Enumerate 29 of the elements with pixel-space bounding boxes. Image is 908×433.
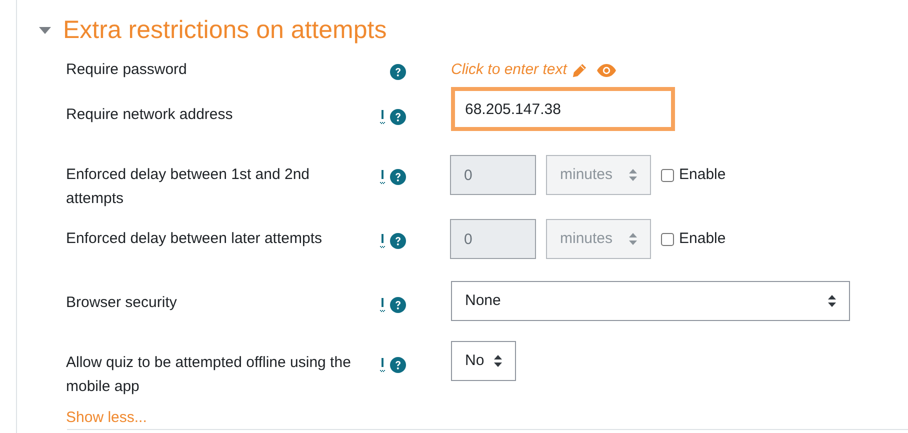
help-icon[interactable] — [390, 109, 406, 125]
inplace-edit-link[interactable]: Click to enter text — [451, 59, 567, 82]
enable-checkbox[interactable] — [661, 232, 674, 246]
dropdown-select[interactable]: No — [451, 341, 516, 381]
help-icon[interactable] — [390, 297, 406, 313]
section-title[interactable]: Extra restrictions on attempts — [63, 18, 387, 42]
checkbox-label: Enable — [679, 228, 726, 249]
field-label: Enforced delay between 1st and 2nd attempts — [66, 165, 311, 209]
unit-select[interactable]: minutes — [546, 155, 651, 195]
sort-arrows-icon — [629, 233, 637, 245]
help-icon[interactable] — [390, 357, 406, 373]
field-label: Require network address — [66, 105, 234, 125]
sort-arrows-icon — [629, 169, 637, 181]
checkbox-label: Enable — [679, 164, 726, 185]
help-icon[interactable] — [390, 169, 406, 185]
field-label: Browser security — [66, 293, 178, 313]
enable-checkbox[interactable] — [661, 168, 674, 182]
unit-select[interactable]: minutes — [546, 219, 651, 259]
show-less-link[interactable]: Show less... — [66, 407, 147, 430]
text-field[interactable]: 68.205.147.38 — [451, 87, 675, 131]
field-label: Allow quiz to be attempted offline using the mobile app — [66, 353, 352, 397]
sort-arrows-icon — [828, 295, 836, 307]
collapse-caret-icon[interactable] — [39, 26, 51, 34]
field-label: Require password — [66, 60, 188, 80]
help-icon[interactable] — [390, 64, 406, 80]
field-label: Enforced delay between later attempts — [66, 229, 323, 249]
help-icon[interactable] — [390, 233, 406, 249]
sort-arrows-icon — [494, 355, 502, 367]
dropdown-select[interactable]: None — [451, 281, 850, 321]
